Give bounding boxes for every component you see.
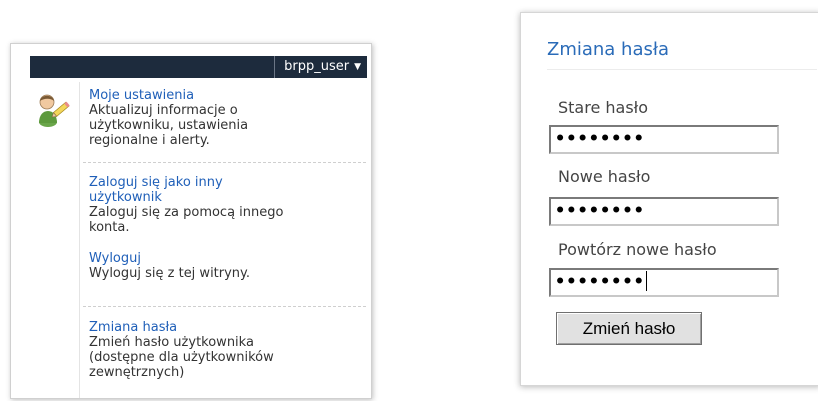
menu-item-desc: regionalne i alerty. [89,133,210,148]
menu-item-desc: konta. [89,220,130,235]
text-cursor [645,271,647,291]
menu-item-desc: Aktualizuj informacje o [89,103,238,118]
change-password-button[interactable]: Zmień hasło [556,312,702,345]
menu-item-title[interactable]: Moje ustawienia [89,88,364,103]
title-divider [547,69,817,70]
dialog-title: Zmiana hasła [547,39,670,60]
menu-item-desc: (dostępne dla użytkowników [89,350,274,365]
user-bar: brpp_user ▼ [30,56,367,78]
menu-item-title[interactable]: użytkownik [89,190,364,205]
menu-item-change-password[interactable]: Zmiana hasła Zmień hasło użytkownika (do… [89,320,364,380]
user-menu-button[interactable]: brpp_user ▼ [274,56,367,78]
menu-item-my-settings[interactable]: Moje ustawienia Aktualizuj informacje o … [89,88,364,148]
menu-item-desc: Wyloguj się z tej witryny. [89,266,251,281]
menu-item-sign-out[interactable]: Wyloguj Wyloguj się z tej witryny. [89,251,364,281]
user-menu-panel: brpp_user ▼ Moje ustawienia Aktualizuj in… [10,43,372,399]
menu-item-desc: zewnętrznych) [89,365,185,380]
new-password-value: •••••••• [555,201,645,221]
repeat-password-label: Powtórz nowe hasło [558,240,717,259]
menu-item-title[interactable]: Wyloguj [89,251,364,266]
chevron-down-icon: ▼ [354,62,361,72]
user-edit-icon [39,94,70,127]
menu-item-sign-in-different-user[interactable]: Zaloguj się jako inny użytkownik Zaloguj… [89,175,364,235]
menu-item-desc: Zaloguj się za pomocą innego [89,205,284,220]
old-password-field[interactable]: •••••••• [549,125,779,154]
menu-separator [83,162,366,163]
user-name: brpp_user [284,59,350,74]
menu-item-title[interactable]: Zmiana hasła [89,320,364,335]
menu-separator [83,306,366,307]
menu-item-desc: użytkowniku, ustawienia [89,118,249,133]
new-password-label: Nowe hasło [558,167,651,186]
menu-vertical-divider [79,82,80,398]
menu-item-title[interactable]: Zaloguj się jako inny [89,175,364,190]
new-password-field[interactable]: •••••••• [549,197,779,226]
old-password-value: •••••••• [555,129,645,149]
repeat-password-value: •••••••• [555,272,645,292]
change-password-panel: Zmiana hasła Stare hasło •••••••• Nowe h… [520,12,818,386]
old-password-label: Stare hasło [558,98,649,117]
menu-item-desc: Zmień hasło użytkownika [89,335,254,350]
repeat-password-field[interactable]: •••••••• [549,268,779,297]
